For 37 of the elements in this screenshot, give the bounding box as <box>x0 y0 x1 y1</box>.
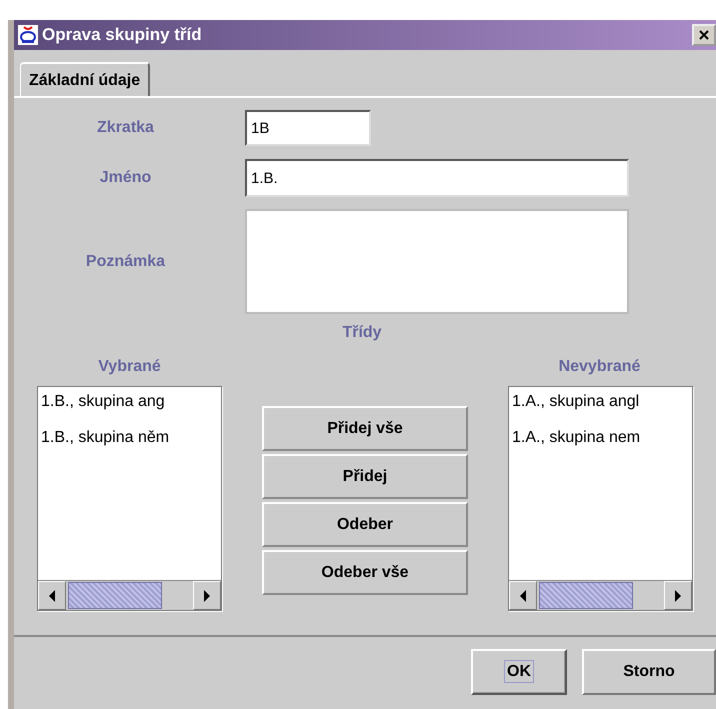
list-item[interactable]: 1.A., skupina angl <box>512 393 692 429</box>
scroll-thumb[interactable] <box>539 582 633 609</box>
list-item[interactable]: 1.A., skupina nem <box>512 429 692 465</box>
transfer-button[interactable]: Přidej <box>262 454 468 499</box>
left-arrow-icon <box>48 590 56 602</box>
scroll-left-button[interactable] <box>509 581 537 610</box>
close-icon <box>699 30 709 40</box>
section-label: Třídy <box>342 324 382 342</box>
scroll-left-button[interactable] <box>38 581 66 610</box>
field-label: Jméno <box>98 169 152 187</box>
transfer-button[interactable]: Odeber <box>262 502 468 547</box>
horizontal-scrollbar[interactable] <box>509 580 692 610</box>
dialog-button[interactable]: Storno <box>582 649 716 695</box>
right-arrow-icon <box>674 590 682 602</box>
list-label: Vybrané <box>97 358 162 376</box>
tab[interactable]: Základní údaje <box>20 62 150 96</box>
close-button[interactable] <box>692 24 716 46</box>
transfer-button[interactable]: Přidej vše <box>262 406 468 451</box>
field-label: Zkratka <box>96 119 155 137</box>
list-label: Nevybrané <box>558 358 642 376</box>
scroll-right-button[interactable] <box>193 581 221 610</box>
list-item[interactable]: 1.B., skupina ang <box>41 393 221 429</box>
app-icon <box>18 25 38 45</box>
dialog-button[interactable]: OK <box>471 649 567 695</box>
field-label: Poznámka <box>84 252 166 270</box>
horizontal-scrollbar[interactable] <box>38 580 221 610</box>
scroll-right-button[interactable] <box>664 581 692 610</box>
list-item[interactable]: 1.B., skupina něm <box>41 429 221 465</box>
window-title: Oprava skupiny tříd <box>42 25 203 45</box>
transfer-button[interactable]: Odeber vše <box>262 550 468 595</box>
scroll-thumb[interactable] <box>68 582 162 609</box>
left-arrow-icon <box>519 590 527 602</box>
text-field[interactable]: 1B <box>245 110 371 146</box>
list-box[interactable]: 1.A., skupina angl 1.A., skupina nem <box>508 386 693 611</box>
right-arrow-icon <box>203 590 211 602</box>
text-field[interactable]: 1.B. <box>245 159 629 197</box>
list-box[interactable]: 1.B., skupina ang 1.B., skupina něm <box>37 386 222 611</box>
